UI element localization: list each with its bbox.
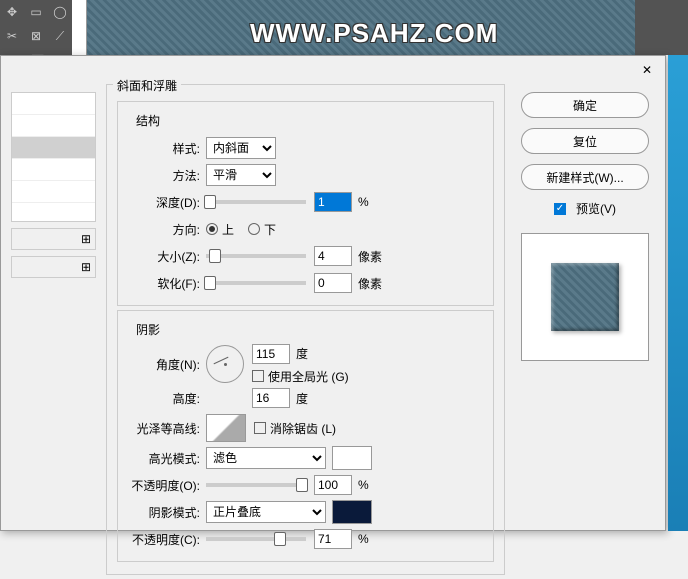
layer-style-dialog: ✕ ⊞ ⊞ 斜面和浮雕 结构 样式: 内斜面 (0, 55, 666, 531)
ruler-vertical (72, 0, 87, 55)
gloss-contour-label: 光泽等高线: (128, 420, 206, 437)
marquee-tool-icon[interactable]: ▭ (24, 0, 48, 24)
crop-tool-icon[interactable]: ✂ (0, 24, 24, 48)
global-light-checkbox[interactable] (252, 370, 264, 382)
antialias-checkbox[interactable] (254, 422, 266, 434)
list-item[interactable] (12, 159, 95, 181)
style-label: 样式: (128, 140, 206, 157)
ok-button[interactable]: 确定 (521, 92, 649, 118)
preview-thumbnail (521, 233, 649, 361)
direction-down-radio[interactable]: 下 (248, 221, 276, 238)
soften-slider[interactable] (206, 281, 306, 285)
preview-checkbox[interactable] (554, 203, 566, 215)
plus-icon: ⊞ (81, 232, 91, 246)
soften-input[interactable] (314, 273, 352, 293)
taskbar-edge (668, 55, 688, 531)
antialias-label: 消除锯齿 (L) (270, 420, 336, 437)
technique-select[interactable]: 平滑 (206, 164, 276, 186)
structure-legend: 结构 (136, 112, 483, 129)
styles-list[interactable] (11, 92, 96, 222)
highlight-mode-label: 高光模式: (128, 450, 206, 467)
depth-unit: % (358, 195, 369, 209)
gloss-contour-picker[interactable] (206, 414, 246, 442)
add-effect-row[interactable]: ⊞ (11, 256, 96, 278)
ruler-tool-icon[interactable]: ⟋ (48, 24, 72, 48)
altitude-unit: 度 (296, 390, 308, 407)
plus-icon: ⊞ (81, 260, 91, 274)
bevel-emboss-fieldset: 斜面和浮雕 结构 样式: 内斜面 方法: 平滑 深度(D): % (106, 84, 505, 575)
depth-input[interactable] (314, 192, 352, 212)
add-effect-row[interactable]: ⊞ (11, 228, 96, 250)
list-item[interactable] (12, 93, 95, 115)
shadow-mode-select[interactable]: 正片叠底 (206, 501, 326, 523)
angle-input[interactable] (252, 344, 290, 364)
soften-unit: 像素 (358, 275, 382, 292)
lasso-tool-icon[interactable]: ◯ (48, 0, 72, 24)
shadow-opacity-slider[interactable] (206, 537, 306, 541)
new-style-button[interactable]: 新建样式(W)... (521, 164, 649, 190)
shadow-color-swatch[interactable] (332, 500, 372, 524)
list-item-selected[interactable] (12, 137, 95, 159)
size-input[interactable] (314, 246, 352, 266)
size-label: 大小(Z): (128, 248, 206, 265)
shadow-mode-label: 阴影模式: (128, 504, 206, 521)
shadow-opacity-label: 不透明度(C): (128, 531, 206, 548)
highlight-opacity-unit: % (358, 478, 369, 492)
close-button[interactable]: ✕ (637, 60, 657, 80)
highlight-opacity-input[interactable] (314, 475, 352, 495)
eyedropper-tool-icon[interactable]: ⊠ (24, 24, 48, 48)
shadow-opacity-unit: % (358, 532, 369, 546)
watermark-text: WWW.PSAHZ.COM (250, 18, 498, 49)
global-light-label: 使用全局光 (G) (268, 368, 349, 385)
shading-legend: 阴影 (136, 321, 483, 338)
depth-slider[interactable] (206, 200, 306, 204)
move-tool-icon[interactable]: ✥ (0, 0, 24, 24)
preview-swatch (551, 263, 619, 331)
altitude-input[interactable] (252, 388, 290, 408)
reset-button[interactable]: 复位 (521, 128, 649, 154)
direction-label: 方向: (128, 221, 206, 238)
size-slider[interactable] (206, 254, 306, 258)
size-unit: 像素 (358, 248, 382, 265)
toolbox: ✥ ▭ ◯ ✂ ⊠ ⟋ ✎ ⌫ (0, 0, 72, 55)
style-select[interactable]: 内斜面 (206, 137, 276, 159)
angle-label: 角度(N): (128, 356, 206, 373)
fieldset-legend: 斜面和浮雕 (113, 77, 181, 94)
highlight-color-swatch[interactable] (332, 446, 372, 470)
radio-icon (248, 223, 260, 235)
direction-up-radio[interactable]: 上 (206, 221, 234, 238)
highlight-opacity-slider[interactable] (206, 483, 306, 487)
depth-label: 深度(D): (128, 194, 206, 211)
radio-icon (206, 223, 218, 235)
styles-list-panel: ⊞ ⊞ (11, 84, 96, 579)
highlight-mode-select[interactable]: 滤色 (206, 447, 326, 469)
close-icon: ✕ (642, 63, 652, 77)
angle-unit: 度 (296, 345, 308, 362)
technique-label: 方法: (128, 167, 206, 184)
preview-label: 预览(V) (576, 200, 616, 217)
soften-label: 软化(F): (128, 275, 206, 292)
shadow-opacity-input[interactable] (314, 529, 352, 549)
list-item[interactable] (12, 181, 95, 203)
angle-wheel[interactable] (206, 345, 244, 383)
altitude-label: 高度: (128, 390, 206, 407)
highlight-opacity-label: 不透明度(O): (128, 477, 206, 494)
list-item[interactable] (12, 115, 95, 137)
